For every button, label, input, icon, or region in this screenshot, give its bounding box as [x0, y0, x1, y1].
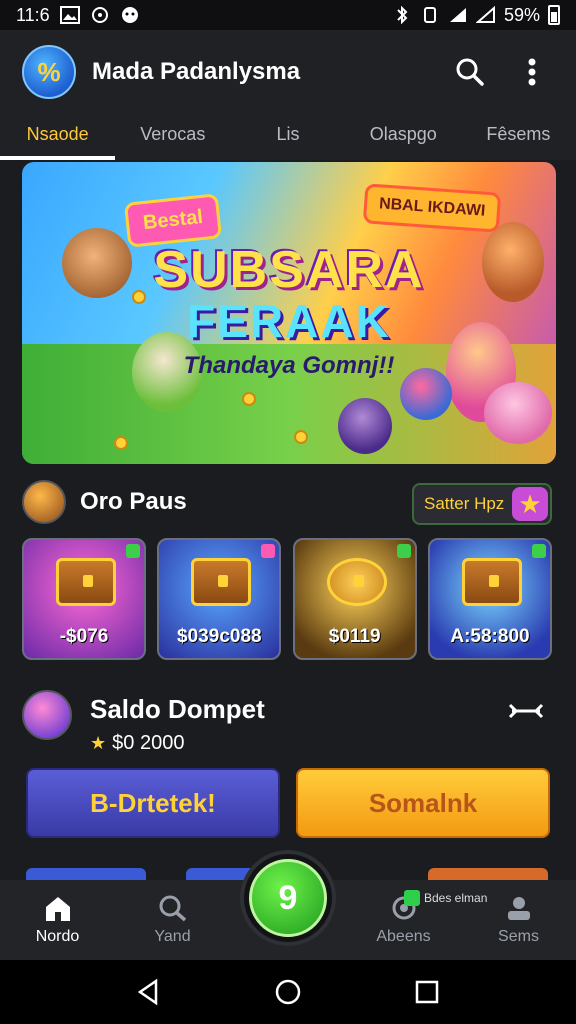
nav-support-label: Abeens: [376, 928, 431, 945]
status-time: 11:6: [16, 4, 50, 25]
game-notification-icon: [121, 7, 138, 23]
nav-home[interactable]: Nordo: [0, 880, 115, 960]
app-title: Mada Padanlysma: [92, 58, 301, 85]
coin-icon: [242, 392, 256, 406]
nav-search-label: Yand: [154, 928, 191, 945]
status-left: 11:6: [16, 5, 140, 26]
offers-action-label: Satter Hpz: [424, 494, 505, 513]
nav-badge-label: Bdes elman: [424, 891, 488, 905]
banner-title-line1: SUBSARA: [153, 241, 425, 299]
offers-action-button[interactable]: Satter Hpz ★: [412, 483, 552, 525]
balance-link-button[interactable]: [506, 696, 546, 726]
treasure-chest-icon: [56, 558, 116, 606]
account-icon: [507, 897, 530, 920]
coin-icon: [294, 430, 308, 444]
play-icon: 9: [249, 859, 327, 937]
check-icon: [126, 544, 140, 558]
status-right: 59%: [392, 5, 560, 26]
check-icon: [531, 544, 546, 558]
bluetooth-icon: [397, 6, 408, 24]
banner-title-line2: FERAAK: [187, 295, 391, 347]
system-navigation: [0, 960, 576, 1024]
character-pig-icon: [484, 382, 552, 444]
star-icon: ★: [90, 733, 107, 753]
gallery-icon: [59, 6, 80, 24]
vibrate-icon: [423, 7, 436, 23]
tab-olaspgo[interactable]: Olaspgo: [346, 114, 461, 160]
offer-card[interactable]: $039c088: [157, 538, 282, 660]
app-header: % Mada Padanlysma: [0, 30, 576, 114]
banner-badge-right: NBAL IKDAWI: [362, 183, 502, 233]
tab-lis[interactable]: Lis: [230, 114, 345, 160]
balance-amount: $0 2000: [112, 732, 185, 754]
promo-banner[interactable]: Bestal NBAL IKDAWI SUBSARA FERAAK Thanda…: [22, 162, 556, 464]
tab-nsaode[interactable]: Nsaode: [0, 114, 116, 160]
check-icon: [396, 544, 411, 558]
center-play-button[interactable]: 9: [240, 850, 336, 946]
tab-fesems[interactable]: Fêsems: [461, 114, 576, 160]
character-cat-icon: [338, 398, 392, 454]
offer-price: $039c088: [177, 626, 262, 647]
battery-percent: 59%: [503, 4, 540, 25]
offer-price: A:58:800: [450, 626, 530, 647]
more-vert-icon: [528, 58, 536, 86]
logo-text: %: [37, 56, 61, 87]
offers-icon: [22, 480, 66, 524]
nav-home-label: Nordo: [35, 928, 80, 945]
secondary-action-button[interactable]: Somalnk: [296, 768, 550, 838]
offer-price: -$076: [59, 626, 109, 647]
sync-icon: [91, 7, 108, 23]
offer-cards: -$076 $039c088 $0119 A:58:800: [22, 538, 552, 660]
wallet-icon: [22, 690, 72, 740]
offer-card[interactable]: -$076: [22, 538, 146, 660]
tab-verocas[interactable]: Verocas: [115, 114, 230, 160]
coin-icon: [114, 436, 128, 450]
recents-icon[interactable]: [412, 977, 442, 1007]
star-icon: ★: [512, 487, 548, 521]
treasure-chest-icon: [191, 558, 252, 606]
treasure-chest-icon: [461, 558, 522, 606]
offers-header: Oro Paus: [22, 480, 187, 524]
search-icon: [159, 895, 186, 922]
search-button[interactable]: [448, 50, 492, 94]
nav-account-label: Sems: [498, 928, 539, 945]
offer-card[interactable]: A:58:800: [427, 538, 552, 660]
home-circle-icon[interactable]: [273, 977, 303, 1007]
signal-2-icon: [475, 6, 495, 23]
balance-header: [22, 690, 72, 740]
offers-title: Oro Paus: [80, 488, 187, 515]
status-bar: 11:6 59%: [0, 0, 576, 30]
category-tabs: Nsaode Verocas Lis Olaspgo Fêsems: [0, 114, 576, 160]
back-icon[interactable]: [134, 977, 164, 1007]
balance-title: Saldo Dompet: [90, 694, 265, 724]
app-logo[interactable]: %: [22, 45, 76, 99]
search-icon: [456, 58, 484, 86]
primary-action-button[interactable]: B-Drtetek!: [26, 768, 280, 838]
badge-dot-icon: [404, 890, 420, 906]
offer-card[interactable]: $0119: [292, 538, 417, 660]
battery-icon: [548, 5, 560, 25]
signal-icon: [449, 8, 466, 22]
nav-search[interactable]: Yand: [115, 880, 230, 960]
nav-badge: Bdes elman: [404, 890, 487, 906]
offer-price: $0119: [328, 626, 381, 647]
overflow-menu-button[interactable]: [510, 50, 554, 94]
check-icon: [261, 544, 276, 558]
balance-amount-row: ★ $0 2000: [90, 732, 184, 755]
lion-icon: [326, 558, 387, 606]
banner-subtitle: Thandaya Gomnj!!: [183, 352, 395, 379]
home-icon: [45, 897, 70, 921]
link-icon: [508, 703, 544, 719]
